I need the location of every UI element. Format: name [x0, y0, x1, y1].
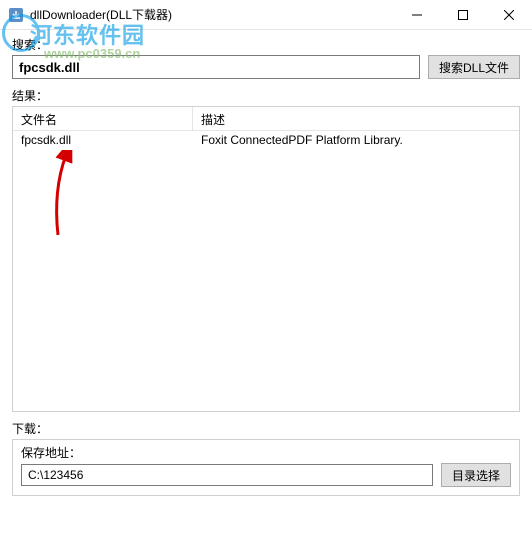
column-header-name[interactable]: 文件名 — [13, 107, 193, 130]
search-row: 搜索DLL文件 — [12, 55, 520, 79]
search-label: 搜索： — [12, 36, 520, 53]
app-icon — [8, 7, 24, 23]
download-label: 下载： — [12, 420, 520, 437]
download-box: 保存地址： 目录选择 — [12, 439, 520, 496]
cell-filename: fpcsdk.dll — [13, 131, 193, 151]
cell-description: Foxit ConnectedPDF Platform Library. — [193, 131, 519, 151]
column-header-desc[interactable]: 描述 — [193, 107, 519, 130]
table-row[interactable]: fpcsdk.dll Foxit ConnectedPDF Platform L… — [13, 131, 519, 151]
window-title: dllDownloader(DLL下载器) — [30, 6, 394, 23]
results-header: 文件名 描述 — [13, 107, 519, 131]
maximize-button[interactable] — [440, 0, 486, 29]
results-body: fpcsdk.dll Foxit ConnectedPDF Platform L… — [13, 131, 519, 411]
search-button[interactable]: 搜索DLL文件 — [428, 55, 520, 79]
window-controls — [394, 0, 532, 29]
search-input[interactable] — [12, 55, 420, 79]
save-path-input[interactable] — [21, 464, 433, 486]
path-row: 目录选择 — [21, 463, 511, 487]
save-path-label: 保存地址： — [21, 444, 511, 461]
titlebar: dllDownloader(DLL下载器) — [0, 0, 532, 30]
main-content: 搜索： 搜索DLL文件 结果： 文件名 描述 fpcsdk.dll Foxit … — [0, 30, 532, 506]
minimize-button[interactable] — [394, 0, 440, 29]
close-button[interactable] — [486, 0, 532, 29]
results-listview[interactable]: 文件名 描述 fpcsdk.dll Foxit ConnectedPDF Pla… — [12, 106, 520, 412]
results-label: 结果： — [12, 87, 520, 104]
browse-button[interactable]: 目录选择 — [441, 463, 511, 487]
